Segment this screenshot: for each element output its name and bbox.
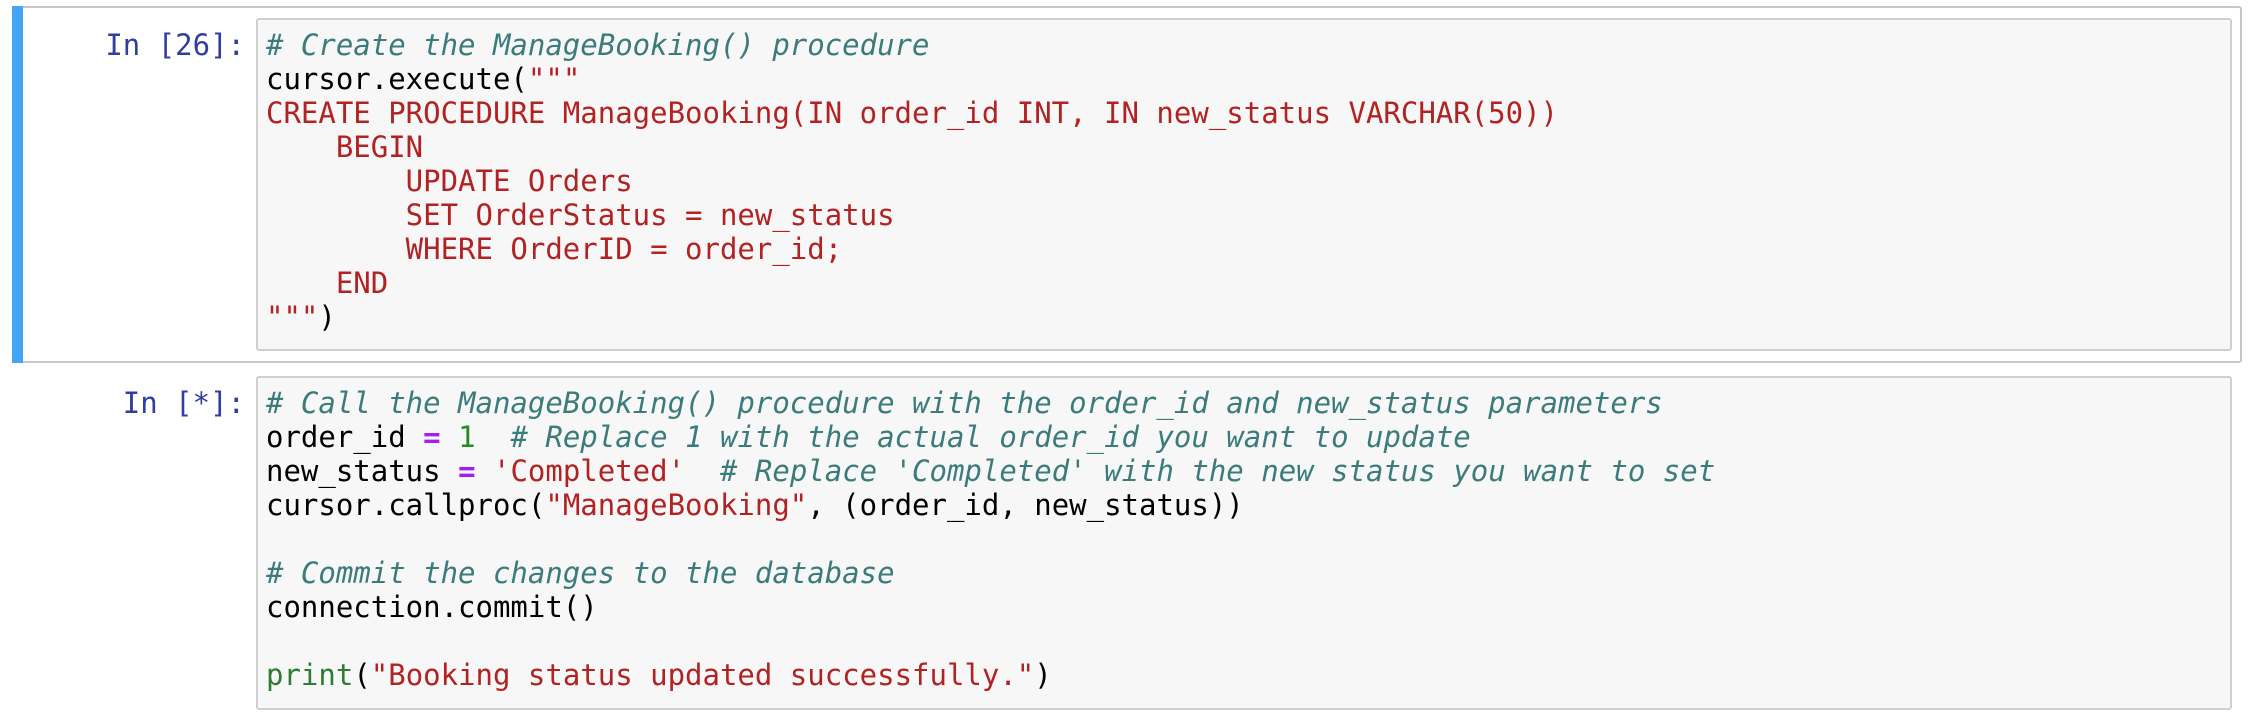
code-line: cursor.callproc("ManageBooking", (order_… — [266, 488, 1715, 522]
cell-1-code: # Create the ManageBooking() procedure cu… — [266, 28, 1558, 334]
code-line: """) — [266, 300, 1558, 334]
code-line: # Commit the changes to the database — [266, 556, 1715, 590]
code-string: CREATE PROCEDURE ManageBooking(IN order_… — [266, 96, 1559, 130]
code-line: BEGIN — [266, 130, 1558, 164]
code-line: WHERE OrderID = order_id; — [266, 232, 1558, 266]
code-text: new_status — [266, 454, 459, 488]
code-comment: # Commit the changes to the database — [266, 556, 895, 590]
code-string: """ — [266, 300, 319, 334]
code-operator: = — [423, 420, 441, 454]
code-string: 'Completed' — [493, 454, 686, 488]
code-line: END — [266, 266, 1558, 300]
code-string: "ManageBooking" — [545, 488, 808, 522]
code-string: """ — [527, 62, 581, 96]
code-text: ( — [353, 658, 371, 692]
code-text: cursor.callproc( — [266, 488, 546, 522]
code-text: cursor.execute( — [266, 62, 528, 96]
cell-1-prompt: In [26]: — [105, 28, 245, 62]
code-line: cursor.execute(""" — [266, 62, 1558, 96]
code-comment: # Replace 1 with the actual order_id you… — [510, 420, 1471, 454]
code-line: CREATE PROCEDURE ManageBooking(IN order_… — [266, 96, 1558, 130]
code-text: , (order_id, new_status)) — [807, 488, 1244, 522]
cell-2-code: # Call the ManageBooking() procedure wit… — [266, 386, 1715, 692]
cell-2-prompt: In [*]: — [122, 386, 245, 420]
code-string: "Booking status updated successfully." — [370, 658, 1035, 692]
code-string: BEGIN — [266, 130, 424, 164]
code-string: END — [266, 266, 389, 300]
code-comment: # Replace 'Completed' with the new statu… — [719, 454, 1716, 488]
code-text: ) — [318, 300, 336, 334]
code-string: WHERE OrderID = order_id; — [266, 232, 843, 266]
code-number: 1 — [458, 420, 476, 454]
code-line: new_status = 'Completed' # Replace 'Comp… — [266, 454, 1715, 488]
code-operator: = — [458, 454, 476, 488]
code-comment: # Call the ManageBooking() procedure wit… — [266, 386, 1663, 420]
code-line: UPDATE Orders — [266, 164, 1558, 198]
code-line: order_id = 1 # Replace 1 with the actual… — [266, 420, 1715, 454]
cell-1-input[interactable]: # Create the ManageBooking() procedure cu… — [256, 18, 2232, 351]
code-text: connection.commit() — [266, 590, 598, 624]
cell-selection-bar — [12, 6, 23, 363]
code-string: SET OrderStatus = new_status — [266, 198, 895, 232]
code-text: order_id — [266, 420, 424, 454]
code-line: # Call the ManageBooking() procedure wit… — [266, 386, 1715, 420]
code-line: print("Booking status updated successful… — [266, 658, 1715, 692]
code-line: connection.commit() — [266, 590, 1715, 624]
code-comment: # Create the ManageBooking() procedure — [266, 28, 930, 62]
code-line: SET OrderStatus = new_status — [266, 198, 1558, 232]
cell-2-input[interactable]: # Call the ManageBooking() procedure wit… — [256, 376, 2232, 710]
code-builtin: print — [266, 658, 354, 692]
code-line: # Create the ManageBooking() procedure — [266, 28, 1558, 62]
code-string: UPDATE Orders — [266, 164, 633, 198]
code-text: ) — [1034, 658, 1052, 692]
